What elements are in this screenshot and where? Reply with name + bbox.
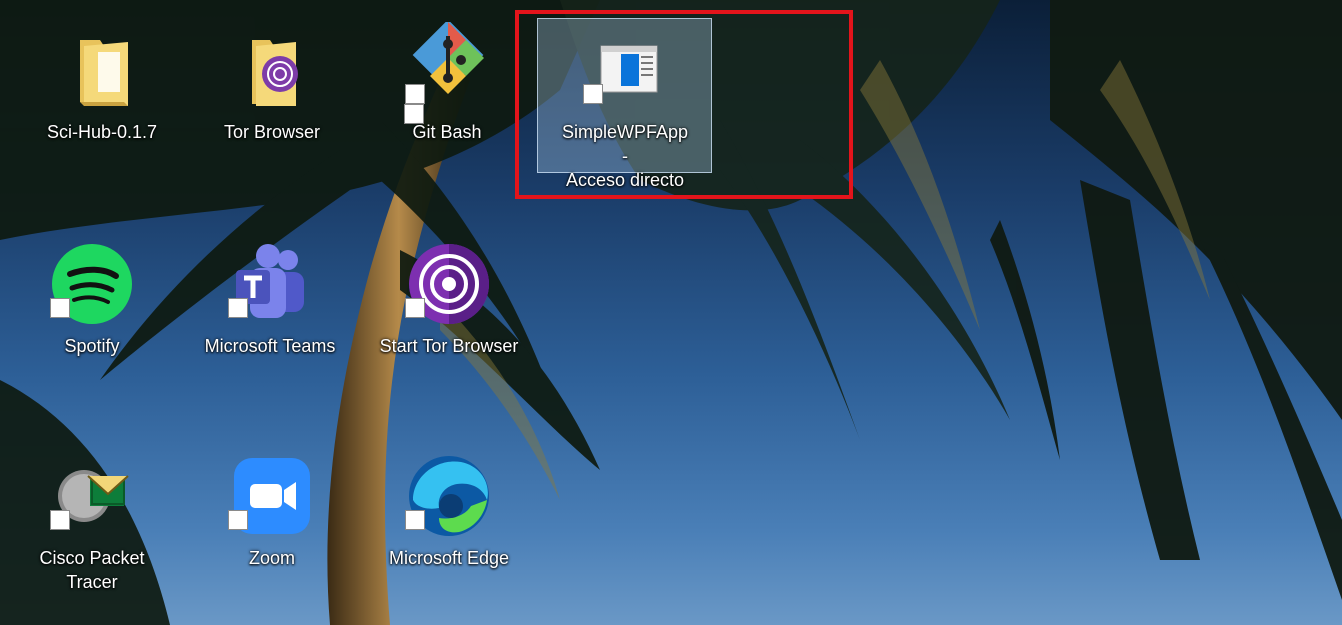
icon-label: Start Tor Browser [379,336,519,356]
icon-label: Tor Browser [223,122,321,142]
icon-label: Spotify [64,336,120,356]
desktop-icon-git-bash[interactable]: Git Bash [382,14,512,194]
desktop-icon-simplewpfapp[interactable]: SimpleWPFApp - Acceso directo [560,14,690,194]
desktop-icon-microsoft-teams[interactable]: Microsoft Teams [205,228,335,408]
shortcut-arrow-icon [583,84,603,104]
icon-label: Git Bash [412,122,482,142]
desktop-icon-spotify[interactable]: Spotify [27,228,157,408]
icon-label: SimpleWPFApp - Acceso directo [561,122,689,190]
shortcut-arrow-icon [228,510,248,530]
icon-label: Sci-Hub-0.1.7 [46,122,158,142]
folder-icon [80,40,128,106]
icon-label: Zoom [248,548,295,568]
shortcut-arrow-icon [405,298,425,318]
icon-label: Microsoft Teams [204,336,336,356]
desktop-icon-microsoft-edge[interactable]: Microsoft Edge [384,440,514,620]
icon-label: Microsoft Edge [388,548,510,568]
shortcut-arrow-icon [50,298,70,318]
desktop-icon-start-tor-browser[interactable]: Start Tor Browser [380,228,518,408]
desktop-icon-cisco-packet-tracer[interactable]: Cisco Packet Tracer [27,440,157,620]
shortcut-arrow-icon [228,298,248,318]
icon-label: Cisco Packet Tracer [39,548,145,592]
desktop-icon-zoom[interactable]: Zoom [207,440,337,620]
desktop-icon-sci-hub[interactable]: Sci-Hub-0.1.7 [37,14,167,194]
tor-folder-icon [252,40,298,106]
desktop[interactable]: Sci-Hub-0.1.7 Tor Browser Git Bash Simpl… [0,0,1342,625]
shortcut-arrow-icon [50,510,70,530]
shortcut-arrow-icon [405,84,425,104]
desktop-icon-tor-browser-folder[interactable]: Tor Browser [207,14,337,194]
shortcut-arrow-icon [405,510,425,530]
